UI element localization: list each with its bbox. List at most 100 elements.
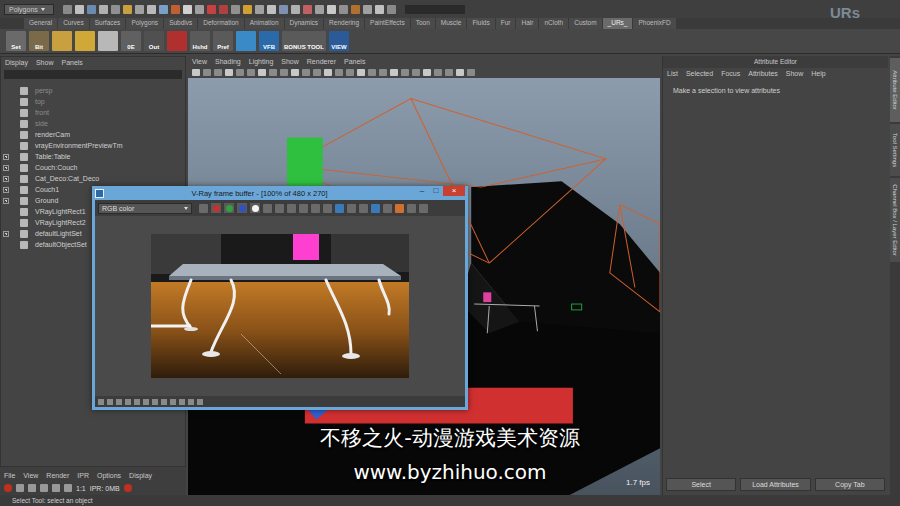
menu-item[interactable]: List [667, 70, 678, 77]
vfb-tool-icon[interactable] [323, 204, 332, 213]
vfb-tool-icon[interactable] [407, 204, 416, 213]
menu-item[interactable]: Display [5, 59, 28, 66]
viewport-tool-icon[interactable] [258, 69, 266, 76]
viewport-tool-icon[interactable] [390, 69, 398, 76]
shelf-tab[interactable]: nCloth [539, 18, 568, 29]
viewport-tool-icon[interactable] [423, 69, 431, 76]
render-tool-icon[interactable] [16, 484, 24, 492]
outliner-search-field[interactable] [4, 70, 182, 79]
menu-item[interactable]: Attributes [748, 70, 778, 77]
shelf-tab[interactable]: Deformation [198, 18, 243, 29]
viewport-tool-icon[interactable] [236, 69, 244, 76]
viewport-tool-icon[interactable] [401, 69, 409, 76]
shelf-tab[interactable]: Muscle [436, 18, 467, 29]
tool-icon[interactable] [111, 5, 120, 14]
vfb-tool-icon[interactable] [335, 204, 344, 213]
tool-icon[interactable] [291, 5, 300, 14]
tool-icon[interactable] [231, 5, 240, 14]
shelf-button[interactable] [167, 31, 187, 51]
menu-item[interactable]: Help [811, 70, 825, 77]
attribute-button[interactable]: Select [666, 478, 736, 491]
shelf-tab[interactable]: Hair [516, 18, 538, 29]
viewport-tool-icon[interactable] [313, 69, 321, 76]
menu-item[interactable]: Options [97, 472, 121, 479]
expand-icon[interactable] [3, 231, 9, 237]
viewport-tool-icon[interactable] [214, 69, 222, 76]
tool-icon[interactable] [135, 5, 144, 14]
viewport-tool-icon[interactable] [291, 69, 299, 76]
vfb-bottom-icon[interactable] [107, 399, 113, 405]
viewport-tool-icon[interactable] [434, 69, 442, 76]
outliner-item[interactable]: persp [1, 85, 185, 96]
vfb-bottom-icon[interactable] [134, 399, 140, 405]
tool-icon[interactable] [315, 5, 324, 14]
tool-icon[interactable] [159, 5, 168, 14]
menu-item[interactable]: Show [786, 70, 804, 77]
vfb-bottom-icon[interactable] [98, 399, 104, 405]
tool-icon[interactable] [207, 5, 216, 14]
shelf-button[interactable]: Hshd [190, 31, 210, 51]
shelf-tab[interactable]: Dynamics [285, 18, 324, 29]
vfb-tool-icon[interactable] [395, 204, 404, 213]
shelf-button[interactable]: Out [144, 31, 164, 51]
viewport-tool-icon[interactable] [368, 69, 376, 76]
outliner-item[interactable]: renderCam [1, 129, 185, 140]
menu-item[interactable]: Show [36, 59, 54, 66]
input-field[interactable] [405, 5, 465, 14]
expand-icon[interactable] [3, 198, 9, 204]
shelf-tab[interactable]: Fluids [467, 18, 494, 29]
vfb-tool-icon[interactable] [311, 204, 320, 213]
shelf-button[interactable]: VIEW [329, 31, 349, 51]
viewport-tool-icon[interactable] [247, 69, 255, 76]
menu-item[interactable]: Focus [721, 70, 740, 77]
viewport-tool-icon[interactable] [269, 69, 277, 76]
menu-item[interactable]: Lighting [249, 58, 274, 65]
tool-icon[interactable] [351, 5, 360, 14]
record-icon[interactable] [124, 484, 132, 492]
tool-icon[interactable] [303, 5, 312, 14]
window-title-bar[interactable]: V-Ray frame buffer - [100% of 480 x 270]… [95, 186, 465, 200]
menu-item[interactable]: Shading [215, 58, 241, 65]
menu-item[interactable]: View [23, 472, 38, 479]
side-tab[interactable]: Channel Box / Layer Editor [890, 178, 900, 262]
shelf-button[interactable] [236, 31, 256, 51]
shelf-button[interactable]: BONUS TOOL [282, 31, 326, 51]
viewport-tool-icon[interactable] [324, 69, 332, 76]
viewport-tool-icon[interactable] [302, 69, 310, 76]
viewport-tool-icon[interactable] [192, 69, 200, 76]
shelf-button[interactable]: Bit [29, 31, 49, 51]
render-tool-icon[interactable] [40, 484, 48, 492]
render-tool-icon[interactable] [4, 484, 12, 492]
shelf-button[interactable]: Set [6, 31, 26, 51]
channel-button[interactable] [250, 203, 260, 213]
side-tab[interactable]: Attribute Editor [890, 58, 900, 122]
shelf-tab[interactable]: Fur [496, 18, 516, 29]
shelf-tab[interactable]: Animation [245, 18, 284, 29]
menu-item[interactable]: IPR [77, 472, 89, 479]
menu-item[interactable]: View [192, 58, 207, 65]
attribute-button[interactable]: Load Attributes [740, 478, 810, 491]
tool-icon[interactable] [279, 5, 288, 14]
viewport-tool-icon[interactable] [412, 69, 420, 76]
vfb-tool-icon[interactable] [299, 204, 308, 213]
expand-icon[interactable] [3, 176, 9, 182]
render-tool-icon[interactable] [52, 484, 60, 492]
menu-item[interactable]: Renderer [307, 58, 336, 65]
tool-icon[interactable] [375, 5, 384, 14]
viewport-tool-icon[interactable] [467, 69, 475, 76]
window-control-button[interactable]: □ [429, 186, 443, 196]
shelf-tab[interactable]: Rendering [324, 18, 364, 29]
vfb-bottom-icon[interactable] [179, 399, 185, 405]
tool-icon[interactable] [243, 5, 252, 14]
shelf-button[interactable]: VFB [259, 31, 279, 51]
vfb-bottom-icon[interactable] [116, 399, 122, 405]
viewport-tool-icon[interactable] [456, 69, 464, 76]
render-tool-icon[interactable] [64, 484, 72, 492]
expand-icon[interactable] [3, 165, 9, 171]
attribute-button[interactable]: Copy Tab [815, 478, 885, 491]
tool-icon[interactable] [255, 5, 264, 14]
tool-icon[interactable] [267, 5, 276, 14]
shelf-tab[interactable]: Toon [411, 18, 435, 29]
outliner-item[interactable]: side [1, 118, 185, 129]
vfb-bottom-icon[interactable] [152, 399, 158, 405]
